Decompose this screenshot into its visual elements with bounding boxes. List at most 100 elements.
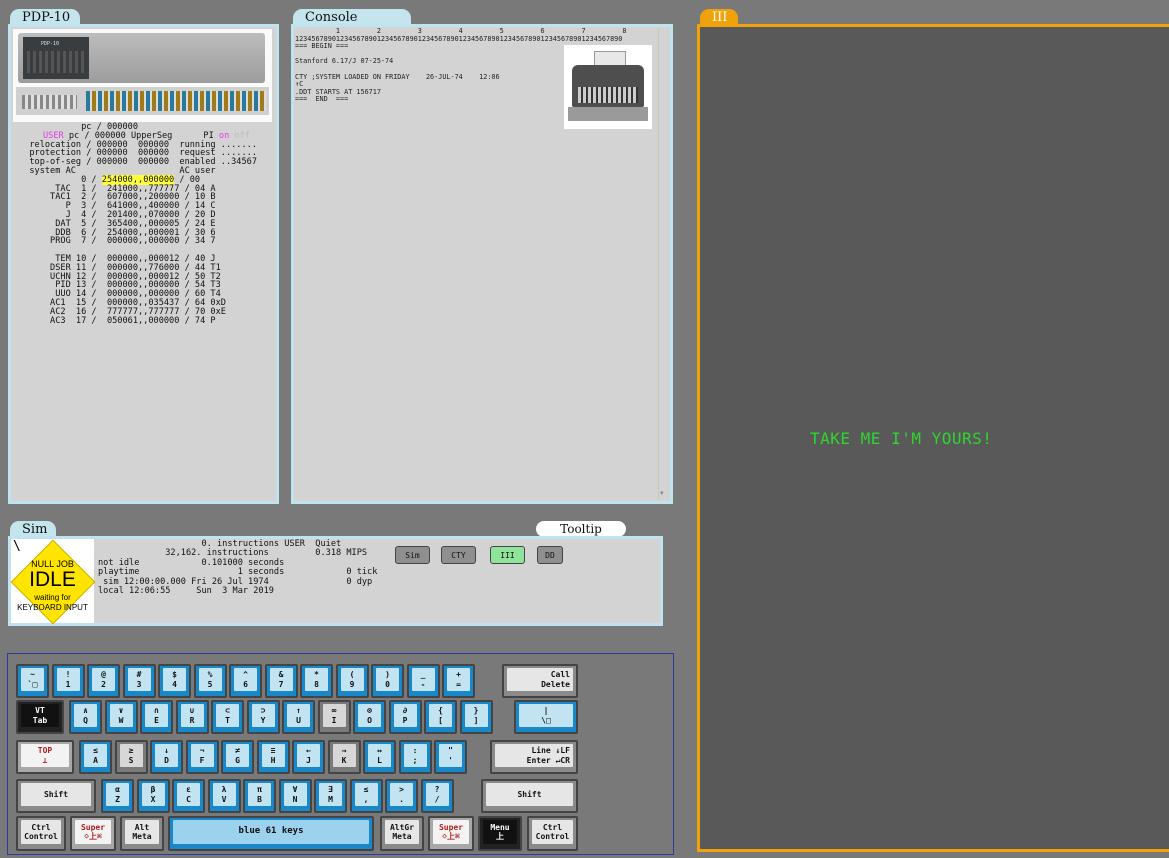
key-quote[interactable]: " ' [434, 740, 467, 774]
key-y[interactable]: ⊃ Y [246, 700, 280, 734]
scroll-down-arrow-icon[interactable]: ▼ [660, 490, 664, 497]
key-7[interactable]: & 7 [264, 664, 298, 698]
key-right-shift[interactable]: Shift [481, 779, 578, 813]
key-right-bracket[interactable]: }] [459, 700, 493, 734]
key-top-label: TOP [37, 746, 53, 755]
key-p[interactable]: ∂ P [388, 700, 422, 734]
key-left-ctrl[interactable]: Ctrl Control [16, 816, 66, 851]
iii-button[interactable]: III [490, 546, 525, 564]
panel-display: PDP-10 [23, 37, 89, 79]
key-top-label: ↑ [296, 706, 301, 715]
key-bottom-label: Meta [132, 832, 152, 841]
dd-button[interactable]: DD [537, 546, 563, 564]
key-bottom-label: E [154, 715, 159, 725]
key-top[interactable]: TOP ⊥ [16, 740, 74, 774]
key-top-label: α [115, 785, 120, 794]
key-d[interactable]: ↓ D [150, 740, 183, 774]
key-2[interactable]: @2 [87, 664, 120, 698]
badge-line-waiting: waiting for [34, 593, 71, 602]
key-o[interactable]: ⊗ O [353, 700, 386, 734]
sim-button[interactable]: Sim [395, 546, 430, 564]
badge-slash: \ [13, 539, 21, 554]
tooltip-tab[interactable]: Tooltip [536, 521, 626, 537]
key-w[interactable]: ∨ W [104, 700, 138, 734]
key-bottom-label: Control [535, 832, 570, 841]
key-q[interactable]: ∧ Q [69, 700, 102, 734]
key-m[interactable]: ∃ M [314, 779, 347, 813]
key-bottom-label: ⊥ [42, 755, 48, 765]
key-backslash[interactable]: | \□ [514, 700, 578, 734]
key-altgr[interactable]: AltGr Meta [380, 816, 424, 851]
key-top-label: ⊃ [260, 706, 266, 715]
key-9[interactable]: (9 [335, 664, 369, 698]
key-bottom-label: C [186, 794, 191, 804]
key-t[interactable]: ⊂ T [211, 700, 244, 734]
key-line-enter[interactable]: Line ↓LF Enter ↵CR [490, 740, 578, 774]
key-j[interactable]: ← J [292, 740, 325, 774]
key-1[interactable]: ! 1 [51, 664, 85, 698]
key-r[interactable]: ∪ R [175, 700, 209, 734]
key-face: εC [177, 783, 200, 806]
key-0[interactable]: ) 0 [371, 664, 404, 698]
key-i[interactable]: ∞ I [317, 700, 351, 734]
key-space[interactable]: blue 61 keys [168, 816, 374, 851]
key-b[interactable]: πB [243, 779, 276, 813]
key-top-label: ≥ [128, 746, 134, 755]
key-alt[interactable]: Alt Meta [120, 816, 164, 851]
key-f[interactable]: ¬ F [185, 740, 219, 774]
key-comma[interactable]: ≤, [349, 779, 383, 813]
key-e[interactable]: ∩ E [140, 700, 173, 734]
key-right-ctrl[interactable]: Ctrl Control [527, 816, 578, 851]
key-n[interactable]: ∀ N [278, 779, 312, 813]
key-k[interactable]: → K [327, 740, 361, 774]
key-bottom-label: N [292, 794, 298, 804]
key-slash[interactable]: ? / [420, 779, 454, 813]
key-left-super[interactable]: Super ⋄上⌘ [70, 816, 116, 851]
key-face: {[ [429, 704, 452, 727]
iii-display-pane[interactable]: TAKE ME I'M YOURS! [697, 24, 1169, 852]
key-bottom-label: T [225, 715, 230, 725]
key-v[interactable]: λV [207, 779, 241, 813]
key-3[interactable]: #3 [122, 664, 156, 698]
key-face: ↑ U [287, 704, 310, 727]
cty-button[interactable]: CTY [441, 546, 476, 564]
key-a[interactable]: ≤ A [79, 740, 112, 774]
key-s[interactable]: ≥ S [114, 740, 148, 774]
key-5[interactable]: % 5 [193, 664, 227, 698]
key-z[interactable]: αZ [101, 779, 134, 813]
key-top-label: Ctrl [542, 822, 563, 832]
key-left-shift[interactable]: Shift [16, 779, 96, 813]
key-8[interactable]: * 8 [300, 664, 333, 698]
key-right-super[interactable]: Super ⋄上⌘ [428, 816, 474, 851]
key-left-bracket[interactable]: {[ [424, 700, 457, 734]
key-u[interactable]: ↑ U [282, 700, 315, 734]
key-face: ∧ Q [74, 704, 97, 727]
key-g[interactable]: ≠ G [221, 740, 254, 774]
key-6[interactable]: ^ 6 [229, 664, 262, 698]
key-top-label: } [473, 706, 479, 715]
key-period[interactable]: >. [385, 779, 418, 813]
key-equals[interactable]: + = [442, 664, 475, 698]
key-bottom-label: Control [24, 832, 58, 841]
teletype-scrollbar[interactable]: ▼ [658, 29, 668, 499]
key-face: Ctrl Control [532, 820, 573, 844]
key-top-label: ≡ [270, 746, 276, 755]
key-face: ∀ N [283, 783, 307, 806]
sim-stats: 0. instructions USER Quiet 32,162. instr… [98, 539, 378, 597]
key-semicolon[interactable]: :; [398, 740, 432, 774]
key-l[interactable]: ↔ L [363, 740, 396, 774]
key-4[interactable]: $4 [158, 664, 191, 698]
key-top-label: Ctrl [31, 822, 51, 832]
key-minus[interactable]: _ - [406, 664, 440, 698]
key-top-label: + [456, 670, 461, 679]
key-tilde[interactable]: ~ `□ [16, 664, 49, 698]
key-bottom-label: blue 61 keys [238, 826, 304, 837]
key-bottom-label: 6 [243, 679, 248, 689]
key-h[interactable]: ≡ H [256, 740, 290, 774]
key-menu[interactable]: Menu 上 [478, 816, 522, 851]
key-x[interactable]: βX [136, 779, 170, 813]
key-tab[interactable]: VT Tab [16, 700, 64, 734]
pdp10-pane: PDP-10 pc / 000000 USER pc / 000000 Uppe… [8, 24, 279, 504]
key-c[interactable]: εC [172, 779, 205, 813]
key-call-delete[interactable]: Call Delete [502, 664, 578, 698]
